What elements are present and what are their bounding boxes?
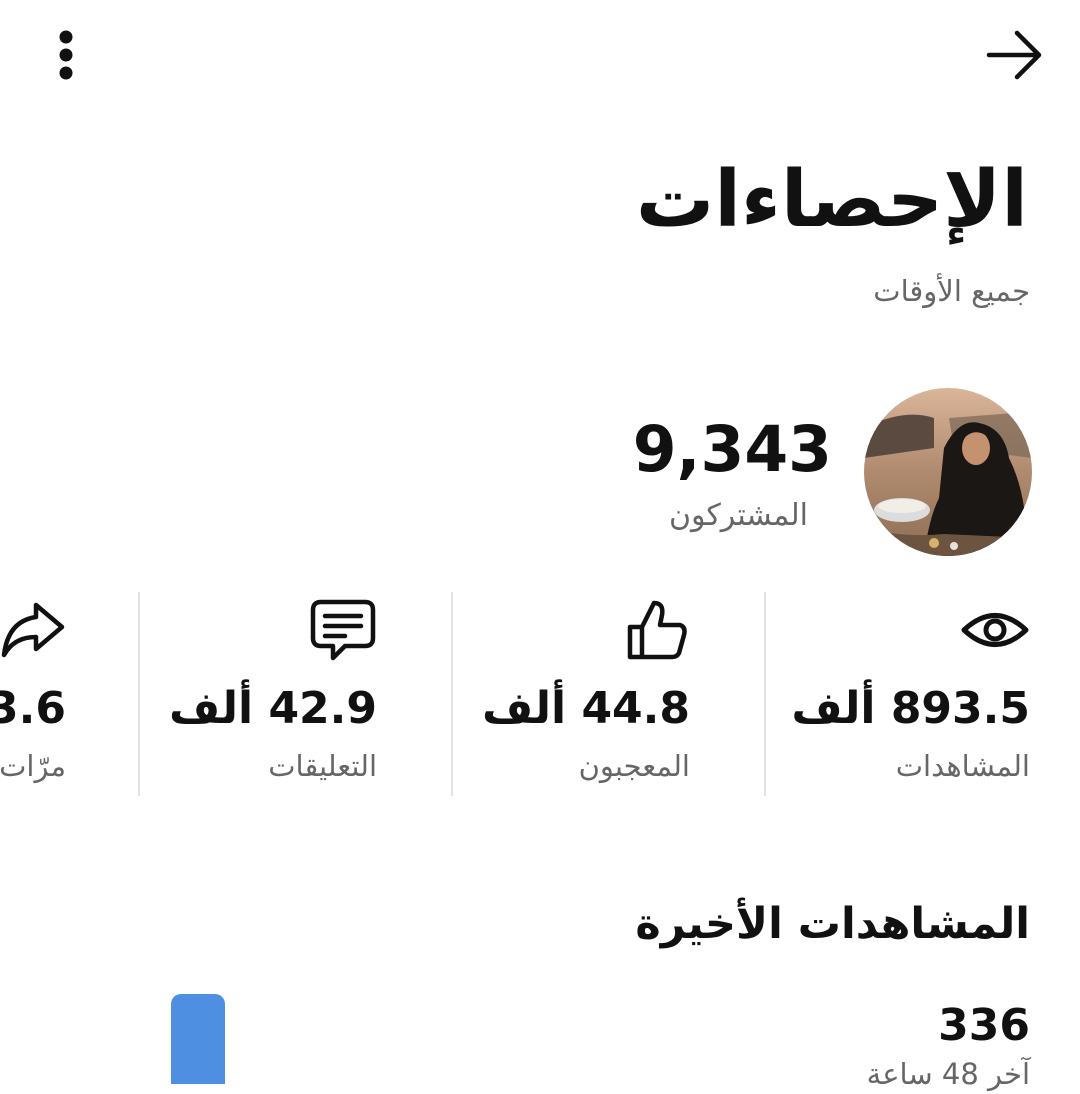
recent-views-label: آخر 48 ساعة bbox=[866, 1057, 1030, 1091]
stat-comments[interactable]: 42.9 ألف التعليقات bbox=[87, 590, 377, 800]
comment-icon bbox=[297, 590, 377, 670]
avatar-image bbox=[864, 388, 1032, 556]
stat-value: 3.6 bbox=[0, 683, 66, 734]
stat-value: 42.9 ألف bbox=[169, 683, 377, 734]
page-title: الإحصاءات bbox=[635, 155, 1028, 245]
stat-label: المشاهدات bbox=[895, 749, 1030, 783]
share-icon bbox=[0, 590, 66, 670]
arrow-right-icon bbox=[986, 30, 1042, 80]
stat-shares[interactable]: 3.6 مرّات bbox=[0, 590, 66, 800]
recent-views-value: 336 bbox=[938, 1000, 1030, 1051]
stat-label: التعليقات bbox=[268, 749, 377, 783]
period-selector[interactable]: جميع الأوقات bbox=[873, 268, 1030, 314]
stat-likes[interactable]: 44.8 ألف المعجبون bbox=[400, 590, 690, 800]
thumbs-up-icon bbox=[610, 590, 690, 670]
subscribers-label: المشتركون bbox=[669, 498, 808, 533]
stat-value: 44.8 ألف bbox=[482, 683, 690, 734]
stat-label: مرّات bbox=[0, 749, 66, 783]
recent-views-bar bbox=[171, 994, 225, 1084]
more-vert-icon bbox=[59, 30, 73, 80]
more-options-button[interactable] bbox=[36, 20, 96, 90]
stat-label: المعجبون bbox=[578, 749, 690, 783]
stat-value: 893.5 ألف bbox=[791, 683, 1030, 734]
subscribers-count: 9,343 bbox=[632, 413, 832, 486]
recent-views-title: المشاهدات الأخيرة bbox=[635, 899, 1030, 949]
back-button[interactable] bbox=[980, 20, 1050, 90]
channel-avatar[interactable] bbox=[864, 388, 1032, 556]
eye-icon bbox=[950, 590, 1030, 670]
stat-views[interactable]: 893.5 ألف المشاهدات bbox=[740, 590, 1030, 800]
